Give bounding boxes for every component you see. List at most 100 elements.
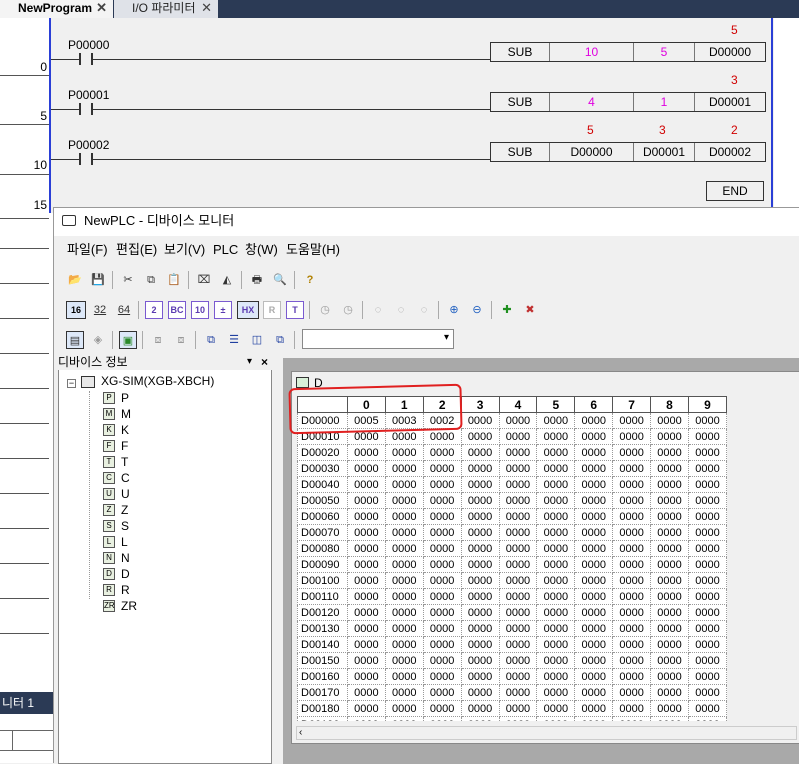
value-cell[interactable]: 0000 (612, 508, 652, 525)
value-cell[interactable]: 0000 (384, 524, 424, 541)
value-cell[interactable]: 0000 (650, 652, 689, 669)
contact-symbol[interactable] (79, 103, 93, 115)
tree-root-label[interactable]: XG-SIM(XGB-XBCH) (101, 374, 214, 388)
value-cell[interactable]: 0000 (422, 492, 462, 509)
table-row[interactable]: D00150 0000 0000 0000 0000 0000 0000 0000 0000 00… (297, 652, 727, 669)
link-icon[interactable]: ⧈ (149, 331, 167, 349)
value-cell[interactable]: 0000 (612, 604, 652, 621)
table-row[interactable]: D00020 0000 0000 0000 0000 0000 0000 0000 0000 00… (297, 444, 727, 461)
value-cell[interactable]: 0000 (422, 620, 462, 637)
bcd-format-icon[interactable]: BC (168, 301, 186, 319)
value-cell[interactable]: 0000 (687, 524, 727, 541)
value-cell[interactable]: 0000 (346, 540, 386, 557)
value-cell[interactable]: 0000 (536, 476, 576, 493)
value-cell[interactable]: 0000 (574, 684, 614, 701)
value-cell[interactable]: 0000 (498, 540, 538, 557)
value-cell[interactable]: 0000 (536, 556, 576, 573)
value-cell[interactable]: 0000 (498, 572, 538, 589)
value-cell[interactable]: 0000 (346, 444, 386, 461)
value-cell[interactable]: 0000 (650, 620, 689, 637)
value-cell[interactable]: 0000 (536, 524, 576, 541)
collapse-icon[interactable]: − (67, 379, 76, 388)
binary-format-icon[interactable]: 2 (145, 301, 163, 319)
value-cell[interactable]: 0000 (574, 540, 614, 557)
table-row[interactable]: D00110 0000 0000 0000 0000 0000 0000 0000 0000 00… (297, 588, 727, 605)
value-cell[interactable]: 0000 (687, 684, 727, 701)
value-cell[interactable]: 0000 (384, 668, 424, 685)
table-row[interactable]: D00070 0000 0000 0000 0000 0000 0000 0000 0000 00… (297, 524, 727, 541)
value-cell[interactable]: 0000 (650, 572, 689, 589)
value-cell[interactable]: 0000 (612, 572, 652, 589)
value-cell[interactable]: 0000 (422, 716, 462, 721)
print-icon[interactable]: 🖶 (248, 271, 266, 289)
value-cell[interactable]: 0000 (422, 652, 462, 669)
table-row[interactable]: D00040 0000 0000 0000 0000 0000 0000 0000 0000 00… (297, 476, 727, 493)
clear-icon[interactable]: ◭ (218, 271, 236, 289)
table-row[interactable]: D00180 0000 0000 0000 0000 0000 0000 0000 0000 00… (297, 700, 727, 717)
value-cell[interactable]: 0000 (574, 652, 614, 669)
value-cell[interactable]: 0000 (650, 556, 689, 573)
value-cell[interactable]: 0000 (346, 492, 386, 509)
help-icon[interactable]: ? (301, 271, 319, 289)
value-cell[interactable]: 0000 (384, 716, 424, 721)
value-cell[interactable]: 0000 (536, 540, 576, 557)
decimal-format-icon[interactable]: 10 (191, 301, 209, 319)
value-cell[interactable]: 0000 (460, 604, 500, 621)
close-icon[interactable]: × (261, 356, 268, 368)
value-cell[interactable]: 0000 (536, 444, 576, 461)
tab-io-parameter[interactable]: I/O 파라미터 ✕ (114, 0, 218, 18)
value-cell[interactable]: 0000 (536, 492, 576, 509)
value-cell[interactable]: 0000 (574, 508, 614, 525)
arrange-icon[interactable]: ⧉ (271, 331, 289, 349)
value-cell[interactable]: 0000 (346, 652, 386, 669)
value-cell[interactable]: 0000 (574, 428, 614, 445)
value-cell[interactable]: 0000 (574, 588, 614, 605)
value-cell[interactable]: 0000 (687, 556, 727, 573)
value-cell[interactable]: 0000 (687, 652, 727, 669)
value-cell[interactable]: 0000 (612, 492, 652, 509)
device-tree-icon[interactable]: ▤ (66, 331, 84, 349)
value-cell[interactable]: 0000 (422, 572, 462, 589)
value-cell[interactable]: 0000 (574, 524, 614, 541)
value-cell[interactable]: 0000 (422, 636, 462, 653)
value-cell[interactable]: 0000 (422, 460, 462, 477)
value-cell[interactable]: 0000 (460, 556, 500, 573)
value-cell[interactable]: 0000 (384, 460, 424, 477)
value-cell[interactable]: 0000 (384, 700, 424, 717)
open-icon[interactable]: 📂 (66, 271, 84, 289)
value-cell[interactable]: 0000 (346, 636, 386, 653)
value-cell[interactable]: 0000 (422, 588, 462, 605)
value-cell[interactable]: 0000 (498, 428, 538, 445)
window-title-bar[interactable]: NewPLC - 디바이스 모니터 (54, 208, 799, 236)
value-cell[interactable]: 0000 (536, 620, 576, 637)
value-cell[interactable]: 0000 (346, 668, 386, 685)
value-cell[interactable]: 0000 (346, 700, 386, 717)
add-device-icon[interactable]: ✚ (498, 301, 516, 319)
value-cell[interactable]: 0000 (612, 476, 652, 493)
ladder-diagram[interactable]: P00000 SUB 10 5 D00000 5 P00001 SUB 4 1 … (49, 18, 774, 213)
menu-plc[interactable]: PLC (213, 238, 238, 262)
value-cell[interactable]: 0000 (536, 460, 576, 477)
value-cell[interactable]: 0000 (687, 668, 727, 685)
display-32bit-button[interactable]: 32 (90, 301, 110, 319)
panel-tab[interactable]: 니터 1 (0, 692, 53, 714)
table-row[interactable]: D00130 0000 0000 0000 0000 0000 0000 0000 0000 00… (297, 620, 727, 637)
tile-horizontal-icon[interactable]: ☰ (225, 331, 243, 349)
value-cell[interactable]: 0000 (687, 412, 727, 429)
on-off-icon[interactable]: ◷ (316, 301, 334, 319)
value-cell[interactable]: 0000 (498, 684, 538, 701)
value-cell[interactable]: 0000 (460, 700, 500, 717)
value-cell[interactable]: 0000 (574, 476, 614, 493)
value-cell[interactable]: 0000 (498, 412, 538, 429)
value-cell[interactable]: 0000 (422, 524, 462, 541)
device-info-tree[interactable]: − XG-SIM(XGB-XBCH) PP MM KK FF TT CC UU … (58, 356, 272, 764)
value-cell[interactable]: 0000 (422, 428, 462, 445)
value-cell[interactable]: 0000 (687, 540, 727, 557)
value-cell[interactable]: 0000 (498, 444, 538, 461)
value-cell[interactable]: 0000 (650, 604, 689, 621)
value-cell[interactable]: 0000 (498, 556, 538, 573)
value-cell[interactable]: 0000 (574, 444, 614, 461)
value-cell[interactable]: 0000 (650, 460, 689, 477)
value-cell[interactable]: 0000 (650, 428, 689, 445)
value-cell[interactable]: 0000 (612, 668, 652, 685)
